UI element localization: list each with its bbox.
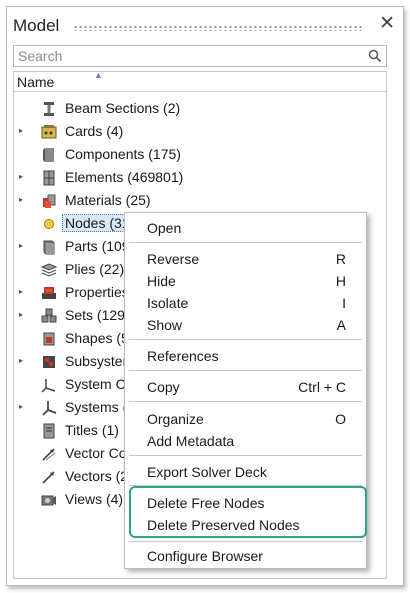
menu-item-export-solver-deck[interactable]: Export Solver Deck — [125, 461, 366, 483]
menu-item-reverse[interactable]: Reverse R — [125, 248, 366, 270]
expand-arrow-icon[interactable]: ▸ — [19, 241, 27, 251]
shapes-icon — [43, 332, 55, 346]
panel-title: Model — [13, 16, 60, 35]
menu-item-show[interactable]: Show A — [125, 314, 366, 336]
menu-item-delete-free-nodes[interactable]: Delete Free Nodes — [125, 492, 366, 514]
menu-item-add-metadata[interactable]: Add Metadata — [125, 430, 366, 452]
column-header-label: Name — [17, 74, 55, 90]
expand-arrow-icon[interactable]: ▸ — [19, 402, 27, 412]
menu-item-references[interactable]: References — [125, 345, 366, 367]
expand-arrow-icon[interactable]: ▸ — [19, 195, 27, 205]
menu-item-delete-preserved-nodes[interactable]: Delete Preserved Nodes — [125, 514, 366, 536]
menu-item-copy[interactable]: Copy Ctrl + C — [125, 376, 366, 398]
menu-separator — [129, 242, 362, 243]
expand-arrow-icon[interactable]: ▸ — [19, 172, 27, 182]
vector-collectors-icon — [42, 448, 56, 461]
properties-icon — [42, 287, 56, 299]
tree-item-cards[interactable]: ▸ Cards (4) — [14, 121, 386, 143]
column-header-name[interactable]: Name ▲ — [14, 70, 386, 92]
materials-icon — [43, 194, 56, 208]
nodes-icon — [44, 219, 54, 229]
beam-sections-icon — [44, 102, 54, 116]
context-menu: Open Reverse R Hide H Isolate I Show A R… — [124, 212, 367, 569]
drag-grip[interactable] — [73, 25, 363, 31]
tree-item-materials[interactable]: ▸ Materials (25) — [14, 190, 386, 212]
subsystems-icon — [43, 356, 55, 368]
tree-item-beam-sections[interactable]: Beam Sections (2) — [14, 98, 386, 120]
views-icon — [41, 495, 56, 506]
menu-separator — [129, 339, 362, 340]
elements-icon — [43, 170, 55, 186]
system-collectors-icon — [41, 379, 56, 393]
sets-icon — [41, 308, 57, 323]
close-icon[interactable]: ✕ — [379, 14, 395, 34]
expand-arrow-icon[interactable]: ▸ — [19, 310, 27, 320]
expand-arrow-icon[interactable]: ▸ — [19, 356, 27, 366]
parts-icon — [43, 240, 55, 255]
sort-ascending-icon: ▲ — [94, 70, 103, 80]
menu-separator — [129, 401, 362, 402]
search-box — [13, 45, 387, 67]
components-icon — [43, 148, 54, 162]
plies-icon — [41, 263, 57, 277]
tree-item-elements[interactable]: ▸ Elements (469801) — [14, 167, 386, 189]
menu-item-open[interactable]: Open — [125, 217, 366, 239]
menu-separator — [129, 541, 362, 542]
menu-separator — [129, 455, 362, 456]
expand-arrow-icon[interactable]: ▸ — [19, 126, 27, 136]
expand-arrow-icon[interactable]: ▸ — [19, 287, 27, 297]
menu-separator — [129, 370, 362, 371]
search-icon[interactable] — [368, 49, 382, 63]
menu-item-configure-browser[interactable]: Configure Browser — [125, 545, 366, 567]
systems-icon — [42, 401, 57, 416]
menu-item-isolate[interactable]: Isolate I — [125, 292, 366, 314]
search-input[interactable] — [18, 47, 358, 65]
menu-item-hide[interactable]: Hide H — [125, 270, 366, 292]
titles-icon — [43, 423, 55, 439]
panel-titlebar[interactable]: Model ✕ — [7, 7, 403, 45]
vectors-icon — [42, 471, 55, 484]
cards-icon — [41, 125, 57, 139]
menu-item-organize[interactable]: Organize O — [125, 408, 366, 430]
tree-item-components[interactable]: Components (175) — [14, 144, 386, 166]
